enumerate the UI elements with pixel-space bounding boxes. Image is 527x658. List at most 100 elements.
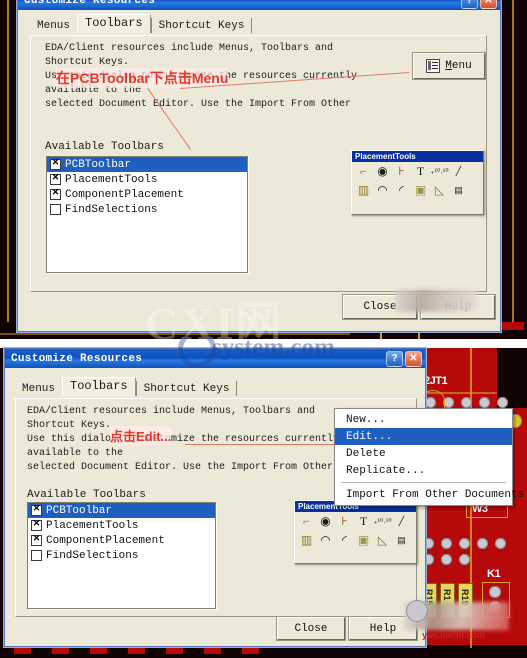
via-icon[interactable]: ◉ [373, 163, 392, 181]
close-titlebar-button-bottom[interactable]: ✕ [405, 351, 422, 367]
pcb-trace-bottom-h [0, 333, 350, 335]
arc-edge-icon[interactable]: ◜ [392, 182, 411, 200]
track-icon[interactable]: ⌐ [297, 513, 316, 531]
polygon-icon[interactable]: ◺ [373, 532, 392, 550]
titlebar-top[interactable]: Customize Resources ? ✕ [18, 0, 500, 10]
list-item-label: ComponentPlacement [65, 188, 184, 201]
tabstrip-end-bottom [236, 381, 238, 396]
list-item-placementtools-top[interactable]: PlacementTools [47, 172, 247, 187]
list-item-findselections-top[interactable]: FindSelections [47, 202, 247, 217]
tab-toolbars-bottom[interactable]: Toolbars [62, 377, 136, 396]
context-menu-item-edit[interactable]: Edit... [335, 428, 512, 445]
string-icon[interactable]: T [354, 513, 373, 531]
array-icon[interactable]: ▤ [449, 182, 468, 200]
pad-icon[interactable]: ⊦ [335, 513, 354, 531]
context-menu-label: Import From Other Documents [346, 488, 525, 501]
list-item-placementtools-bottom[interactable]: PlacementTools [28, 518, 215, 533]
available-toolbars-label-top: Available Toolbars [45, 141, 164, 153]
list-item-label: PlacementTools [65, 173, 158, 186]
line-icon[interactable]: ╱ [392, 513, 411, 531]
list-item-pcbtoolbar-top[interactable]: PCBToolbar [47, 157, 247, 172]
menu-list-icon [426, 59, 441, 73]
available-toolbars-label-bottom: Available Toolbars [27, 489, 146, 501]
string-icon[interactable]: T [411, 163, 430, 181]
checkbox-pcbtoolbar-top[interactable] [50, 157, 61, 170]
customize-resources-dialog-top[interactable]: Customize Resources ? ✕ Menus Toolbars S… [17, 0, 501, 332]
tab-shortcut-keys-top[interactable]: Shortcut Keys [150, 18, 252, 33]
tabstrip-end-top [251, 18, 253, 33]
context-menu-item-delete[interactable]: Delete [335, 445, 512, 462]
help-button-label-bottom: Help [369, 622, 397, 635]
list-item-label: ComponentPlacement [46, 534, 165, 547]
toolbar-context-menu[interactable]: New... Edit... Delete Replicate... Impor… [334, 408, 524, 506]
list-item-componentplacement-bottom[interactable]: ComponentPlacement [28, 533, 215, 548]
placement-tools-toolbar-top[interactable]: PlacementTools ⌐ ◉ ⊦ T ₊¹⁰˒¹⁰ ╱ ▥ ◠ ◜ ▣ … [351, 150, 484, 215]
pad-icon[interactable]: ⊦ [392, 163, 411, 181]
context-menu-item-new[interactable]: New... [335, 411, 512, 428]
list-item-label: PCBToolbar [65, 158, 132, 171]
component-icon[interactable]: ▥ [354, 182, 373, 200]
checkbox-componentplacement-top[interactable] [50, 187, 61, 200]
list-item-findselections-bottom[interactable]: FindSelections [28, 548, 215, 563]
close-button-label-bottom: Close [294, 622, 328, 635]
close-titlebar-button-top[interactable]: ✕ [480, 0, 497, 9]
placement-tools-toolbar-bottom[interactable]: PlacementTools ⌐ ◉ ⊦ T ₊¹⁰˒¹⁰ ╱ ▥ ◠ ◜ ▣ … [294, 500, 417, 564]
list-item-label: FindSelections [65, 203, 158, 216]
pcb-dark-region-left [0, 0, 18, 345]
context-menu-item-replicate[interactable]: Replicate... [335, 462, 512, 479]
placement-tools-caption-top: PlacementTools [352, 151, 483, 162]
menu-button-top[interactable]: Menu [413, 53, 485, 79]
help-titlebar-button-bottom[interactable]: ? [386, 351, 403, 367]
watermark-baidu: yan.baidu.com [422, 630, 486, 640]
coordinate-icon[interactable]: ₊¹⁰˒¹⁰ [373, 513, 392, 531]
redacted-pad-overlay [406, 600, 428, 622]
fill-icon[interactable]: ▣ [411, 182, 430, 200]
context-menu-separator [341, 482, 506, 483]
track-icon[interactable]: ⌐ [354, 163, 373, 181]
available-toolbars-list-bottom[interactable]: PCBToolbar PlacementTools ComponentPlace… [27, 502, 216, 609]
tabstrip-top[interactable]: Menus Toolbars Shortcut Keys [30, 14, 253, 33]
list-item-pcbtoolbar-bottom[interactable]: PCBToolbar [28, 503, 215, 518]
via-icon[interactable]: ◉ [316, 513, 335, 531]
list-item-label: PlacementTools [46, 519, 139, 532]
tab-menus-bottom[interactable]: Menus [15, 381, 63, 396]
line-icon[interactable]: ╱ [449, 163, 468, 181]
component-icon[interactable]: ▥ [297, 532, 316, 550]
pcb-ref-r1: R1 [442, 589, 452, 601]
checkbox-placementtools-top[interactable] [50, 172, 61, 185]
array-icon[interactable]: ▤ [392, 532, 411, 550]
tabstrip-bottom[interactable]: Menus Toolbars Shortcut Keys [15, 377, 238, 396]
list-item-label: PCBToolbar [46, 504, 113, 517]
screenshot-root: 2JT1 W3 K1 R15 R1 R19 Customize Resource… [0, 0, 527, 658]
screenshot-gap-band [0, 339, 527, 348]
coordinate-icon[interactable]: ₊¹⁰˒¹⁰ [430, 163, 449, 181]
arc-edge-icon[interactable]: ◜ [335, 532, 354, 550]
annotation-leader-bottom [185, 444, 335, 445]
fill-icon[interactable]: ▣ [354, 532, 373, 550]
redacted-region-top [395, 290, 477, 312]
checkbox-placementtools-bottom[interactable] [31, 518, 42, 531]
dialog-title-top: Customize Resources [24, 0, 156, 7]
checkbox-componentplacement-bottom[interactable] [31, 533, 42, 546]
help-titlebar-button-top[interactable]: ? [461, 0, 478, 9]
list-item-componentplacement-top[interactable]: ComponentPlacement [47, 187, 247, 202]
tab-menus-top[interactable]: Menus [30, 18, 78, 33]
checkbox-pcbtoolbar-bottom[interactable] [31, 503, 42, 516]
close-button-bottom[interactable]: Close [277, 617, 345, 640]
context-menu-label: Delete [346, 447, 386, 460]
arc-center-icon[interactable]: ◠ [373, 182, 392, 200]
tab-toolbars-top[interactable]: Toolbars [77, 14, 151, 33]
checkbox-findselections-bottom[interactable] [31, 550, 42, 561]
pcb-label-2jt1: 2JT1 [424, 375, 448, 387]
arc-center-icon[interactable]: ◠ [316, 532, 335, 550]
available-toolbars-list-top[interactable]: PCBToolbar PlacementTools ComponentPlace… [46, 156, 248, 273]
context-menu-item-import-from-other-documents[interactable]: Import From Other Documents [335, 486, 524, 503]
annotation-bottom: 点击Edit... [110, 426, 172, 445]
dialog-title-bottom: Customize Resources [11, 352, 143, 365]
tab-shortcut-keys-bottom[interactable]: Shortcut Keys [135, 381, 237, 396]
placement-tools-row-1-top: ⌐ ◉ ⊦ T ₊¹⁰˒¹⁰ ╱ [352, 162, 483, 181]
placement-tools-row-2-top: ▥ ◠ ◜ ▣ ◺ ▤ [352, 181, 483, 200]
polygon-icon[interactable]: ◺ [430, 182, 449, 200]
annotation-top: 在PCBToolbar下点击Menu [56, 68, 229, 88]
checkbox-findselections-top[interactable] [50, 204, 61, 215]
